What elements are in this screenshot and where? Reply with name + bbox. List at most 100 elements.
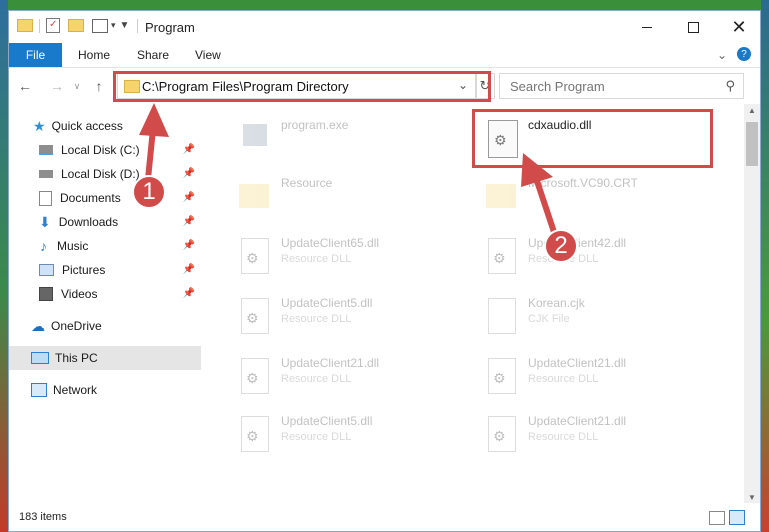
close-button[interactable]: ✕ [716,11,760,43]
scroll-down-icon[interactable]: ▼ [748,493,756,502]
sidebar-item-documents[interactable]: Documents 📌 [9,186,201,210]
folder-icon [237,176,273,214]
chevron-down-icon: ∨ [73,80,81,91]
file-name: Korean.cjk [528,296,585,310]
new-folder-icon[interactable] [68,19,84,32]
customize-icon[interactable] [92,18,108,33]
sidebar-item-this-pc[interactable]: This PC [9,346,201,370]
file-name: UpdateClient21.dll [281,356,380,370]
videos-icon [39,287,53,301]
sidebar-item-quick-access[interactable]: ★ Quick access [9,114,201,138]
exe-icon [237,118,273,156]
tab-view[interactable]: View [195,48,221,62]
pin-icon[interactable]: 📌 [183,192,195,203]
computer-icon [31,352,49,364]
dll-gear-icon: ⚙ [237,356,273,394]
tab-file[interactable]: File [9,43,62,67]
file-name: UpdateClient21.dll [528,356,627,370]
file-name: UpdateClient21.dll [528,414,627,428]
file-item[interactable]: Resource [237,176,332,214]
star-icon: ★ [33,117,46,134]
pin-icon[interactable]: 📌 [183,264,195,275]
sidebar-item-label: Network [53,383,98,397]
pin-icon[interactable]: 📌 [183,288,195,299]
drive-icon [39,145,53,155]
vertical-scrollbar[interactable]: ▲ ▼ [744,104,760,504]
close-icon: ✕ [731,16,747,37]
sidebar-item-label: Videos [61,287,98,301]
window-title: Program [145,20,195,35]
properties-icon[interactable]: ✓ [46,18,60,33]
file-name: UpdateClient5.dll [281,296,373,310]
sidebar-item-label: Local Disk (D:) [61,167,140,181]
up-button[interactable]: ↑ [89,76,109,96]
file-type: Resource DLL [528,253,599,265]
folder-icon [484,176,520,214]
file-type: Resource DLL [281,431,352,443]
drive-icon [39,170,53,178]
sidebar-item-label: Downloads [58,215,119,229]
file-item[interactable]: ⚙ UpdateClient5.dll Resource DLL [237,296,372,334]
file-item[interactable]: ⚙ UpdateClient21.dll Resource DLL [484,414,626,452]
forward-button[interactable]: → [47,76,67,96]
desktop-background-right [761,0,769,532]
details-view-icon[interactable] [709,511,725,525]
file-item[interactable]: ⚙ UpdateClient21.dll Resource DLL [484,356,626,394]
back-button[interactable]: ← [15,76,35,96]
sidebar-item-downloads[interactable]: ⬇ Downloads 📌 [9,210,201,234]
tab-home[interactable]: Home [78,48,110,62]
file-type: Resource DLL [281,253,352,265]
sidebar-item-onedrive[interactable]: ☁ OneDrive [9,314,201,338]
maximize-button[interactable] [670,11,716,43]
file-item[interactable]: ⚙ UpdateClient5.dll Resource DLL [237,414,372,452]
search-icon[interactable]: ⚲ [725,78,735,94]
navigation-pane: ★ Quick access Local Disk (C:) 📌 Local D… [9,104,201,504]
status-bar: 183 items [9,503,760,531]
search-box[interactable]: ⚲ [499,73,744,99]
dll-gear-icon: ⚙ [484,356,520,394]
arrow-right-icon: → [50,78,64,94]
file-item[interactable]: program.exe [237,118,348,156]
document-icon [484,296,520,334]
documents-icon [39,190,52,206]
file-item[interactable]: Microsoft.VC90.CRT [484,176,638,214]
chevron-down-icon[interactable]: ▾ [111,20,116,31]
scrollbar-thumb[interactable] [746,122,758,166]
file-type: Resource DLL [281,373,352,385]
sidebar-item-network[interactable]: Network [9,378,201,402]
scroll-up-icon[interactable]: ▲ [748,106,756,115]
file-name: UpdateClient5.dll [281,414,373,428]
pin-icon[interactable]: 📌 [183,144,195,155]
downloads-icon: ⬇ [39,213,51,230]
sidebar-item-music[interactable]: ♪ Music 📌 [9,234,201,258]
sidebar-item-label: OneDrive [51,319,102,333]
expand-ribbon-icon[interactable]: ⌄ [717,48,727,62]
quick-access-toolbar: ✓ ▾ ▼ [17,18,139,33]
file-type: Resource DLL [528,431,599,443]
recent-locations-button[interactable]: ∨ [67,76,87,96]
tab-share[interactable]: Share [137,48,169,62]
sidebar-item-videos[interactable]: Videos 📌 [9,282,201,306]
pin-icon[interactable]: 📌 [183,216,195,227]
file-type: Resource DLL [281,313,352,325]
large-icons-view-icon[interactable] [729,510,745,525]
help-icon[interactable]: ? [737,47,751,61]
minimize-button[interactable] [624,11,670,43]
search-input[interactable] [508,78,712,95]
ribbon-tabs: File Home Share View ⌄ ? [9,43,760,68]
sidebar-item-pictures[interactable]: Pictures 📌 [9,258,201,282]
file-item[interactable]: ⚙ UpdateClient65.dll Resource DLL [237,236,379,274]
maximize-icon [687,21,699,33]
file-highlight-box [472,109,713,168]
folder-icon[interactable] [17,19,33,32]
sidebar-item-local-disk-c[interactable]: Local Disk (C:) 📌 [9,138,201,162]
dropdown-arrow-icon[interactable]: ▼ [120,20,130,31]
pin-icon[interactable]: 📌 [183,168,195,179]
music-icon: ♪ [40,238,47,254]
sidebar-item-local-disk-d[interactable]: Local Disk (D:) 📌 [9,162,201,186]
network-icon [31,383,47,397]
desktop-background-left [0,0,8,532]
file-item[interactable]: Korean.cjk CJK File [484,296,585,334]
file-item[interactable]: ⚙ UpdateClient21.dll Resource DLL [237,356,379,394]
pin-icon[interactable]: 📌 [183,240,195,251]
